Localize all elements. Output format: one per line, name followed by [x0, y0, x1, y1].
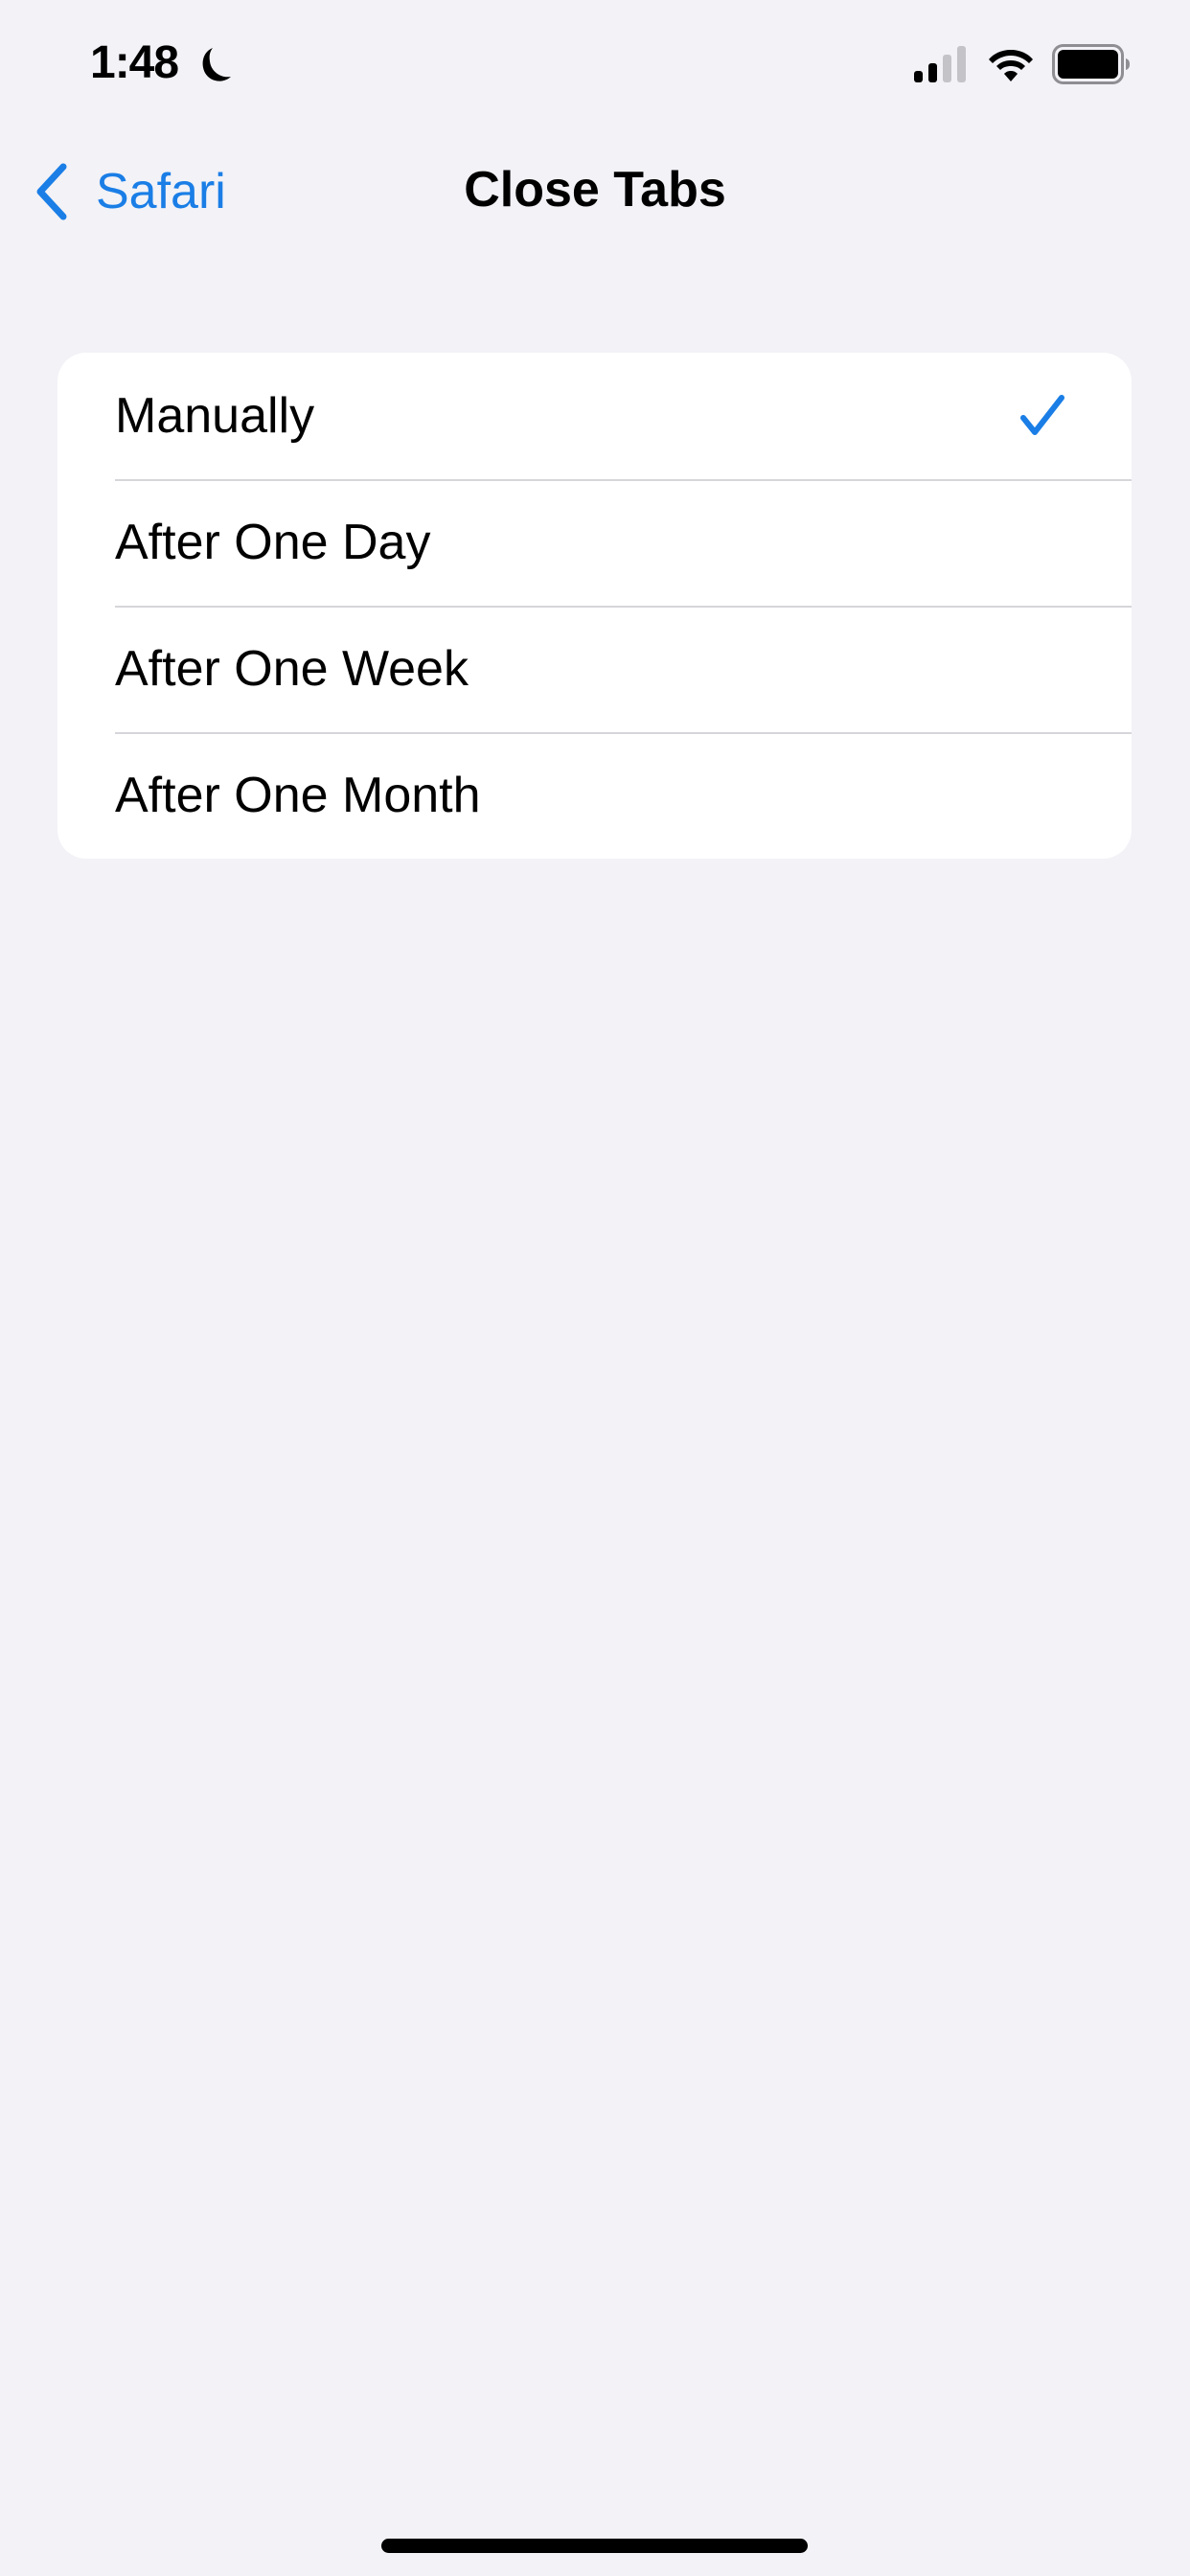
- status-time: 1:48: [90, 37, 179, 88]
- signal-bar: [928, 63, 937, 82]
- wifi-icon: [989, 50, 1033, 81]
- option-manually[interactable]: Manually: [57, 353, 1132, 479]
- cellular-signal-icon: [914, 46, 966, 82]
- signal-bar: [943, 55, 951, 82]
- option-label: After One Month: [115, 768, 481, 823]
- option-label: After One Week: [115, 641, 469, 697]
- signal-bar: [914, 71, 923, 82]
- signal-bar: [957, 46, 966, 82]
- option-label: Manually: [115, 388, 315, 444]
- close-tabs-options-list: Manually After One Day After One Week Af…: [57, 353, 1132, 859]
- battery-fill: [1058, 50, 1118, 79]
- option-after-one-month[interactable]: After One Month: [57, 732, 1132, 859]
- option-after-one-day[interactable]: After One Day: [57, 479, 1132, 606]
- status-bar: 1:48: [0, 0, 1190, 134]
- option-after-one-week[interactable]: After One Week: [57, 606, 1132, 732]
- moon-icon: [202, 48, 231, 81]
- checkmark-icon: [1020, 395, 1064, 435]
- battery-icon: [1052, 44, 1130, 84]
- home-indicator[interactable]: [381, 2539, 808, 2553]
- navigation-bar: Safari Close Tabs: [0, 134, 1190, 249]
- option-label: After One Day: [115, 515, 431, 570]
- page-title: Close Tabs: [464, 162, 726, 218]
